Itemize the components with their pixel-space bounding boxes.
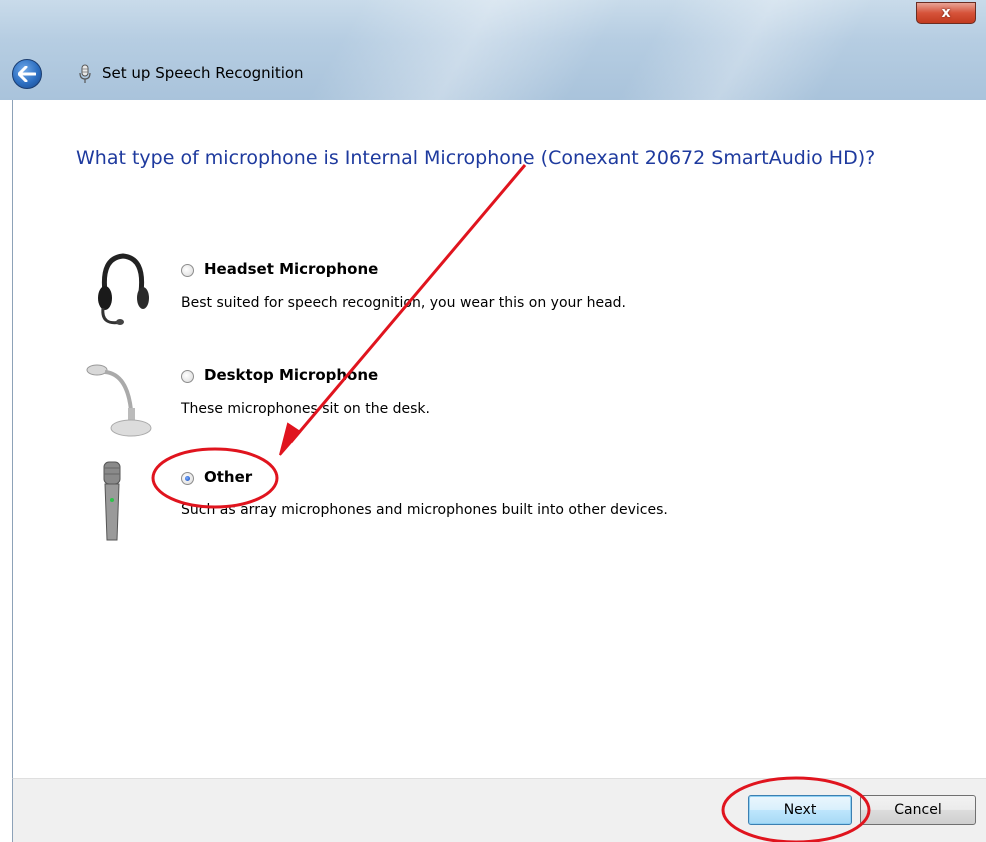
- back-arrow-icon: [18, 66, 36, 82]
- radio-headset-microphone[interactable]: [181, 264, 194, 277]
- back-button[interactable]: [12, 59, 42, 89]
- desktop-microphone-icon: [86, 364, 152, 437]
- close-icon: x: [941, 5, 951, 21]
- window-titlebar: x Set up Speech Recognition: [0, 0, 986, 100]
- cancel-button[interactable]: Cancel: [860, 795, 976, 825]
- option-description: Such as array microphones and microphone…: [181, 502, 668, 518]
- option-description: These microphones sit on the desk.: [181, 401, 430, 417]
- radio-other[interactable]: [181, 472, 194, 485]
- wizard-title: Set up Speech Recognition: [102, 64, 304, 82]
- wizard-content: What type of microphone is Internal Micr…: [12, 100, 986, 778]
- option-label: Other: [204, 468, 253, 486]
- radio-desktop-microphone[interactable]: [181, 370, 194, 383]
- microphone-icon: [79, 64, 91, 83]
- handheld-microphone-icon: [103, 461, 121, 541]
- option-desktop: Desktop Microphone These microphones sit…: [13, 358, 986, 448]
- wizard-nav-row: Set up Speech Recognition: [0, 50, 986, 98]
- option-other: Other Such as array microphones and micr…: [13, 461, 986, 556]
- page-heading: What type of microphone is Internal Micr…: [76, 147, 876, 169]
- option-label: Headset Microphone: [204, 260, 379, 278]
- option-headset: Headset Microphone Best suited for speec…: [13, 252, 986, 342]
- next-button[interactable]: Next: [748, 795, 852, 825]
- option-description: Best suited for speech recognition, you …: [181, 295, 627, 311]
- wizard-footer: Next Cancel: [12, 778, 986, 842]
- headset-icon: [98, 253, 149, 325]
- close-window-button[interactable]: x: [916, 2, 976, 24]
- option-label: Desktop Microphone: [204, 366, 379, 384]
